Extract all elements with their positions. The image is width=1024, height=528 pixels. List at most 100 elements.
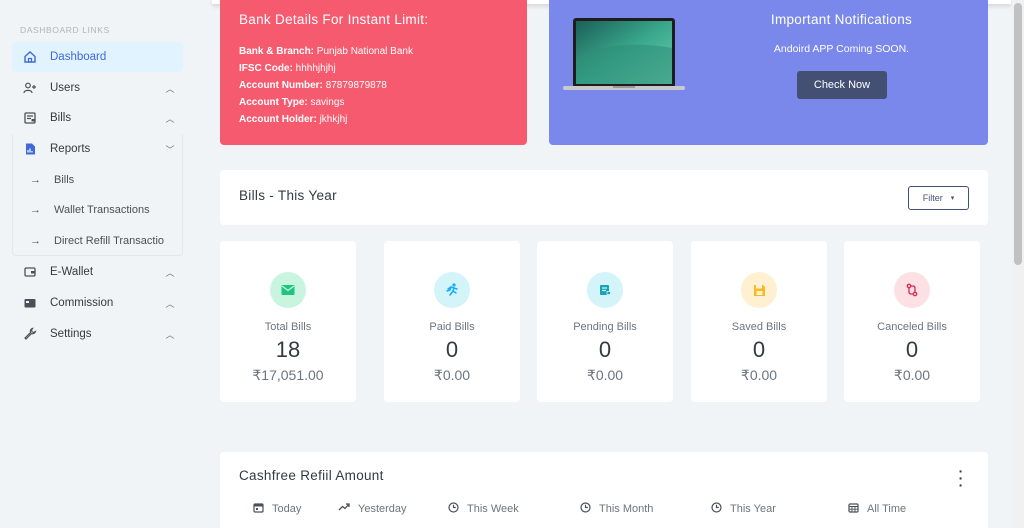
clock-icon [711, 502, 722, 516]
stat-label: Canceled Bills [877, 321, 947, 333]
stat-count: 0 [445, 337, 459, 362]
sidebar-item-label: Bills [50, 112, 72, 124]
chevron-down-icon: ﹀ [165, 144, 175, 155]
clock-icon [448, 502, 459, 516]
arrow-right-icon: → [30, 204, 41, 216]
sidebar-subitem-label: Direct Refill Transactio [54, 235, 165, 247]
sidebar-subitem-direct-refill[interactable]: → Direct Refill Transactio [12, 226, 183, 256]
stat-card-canceled-bills[interactable]: Canceled Bills 0 ₹0.00 [844, 241, 980, 402]
tab-this-year[interactable]: This Year [711, 502, 776, 516]
stat-card-saved-bills[interactable]: Saved Bills 0 ₹0.00 [691, 241, 827, 402]
envelope-icon [270, 272, 306, 308]
sidebar-item-reports[interactable]: Reports ﹀ [12, 134, 183, 164]
notifications-title: Important Notifications [770, 12, 913, 27]
notifications-message: Andoird APP Coming SOON. [773, 43, 910, 55]
filter-label: Filter [922, 193, 943, 203]
sidebar-item-label: E-Wallet [50, 266, 94, 278]
card-icon [22, 295, 38, 311]
tab-label: Today [272, 503, 302, 515]
stat-amount: ₹0.00 [433, 367, 471, 383]
sidebar-item-e-wallet[interactable]: E-Wallet ︿ [12, 257, 183, 287]
chevron-up-icon: ︿ [165, 83, 175, 94]
stat-amount: ₹17,051.00 [252, 367, 324, 383]
sidebar-item-label: Settings [50, 328, 92, 340]
sidebar-header: DASHBOARD LINKS [20, 25, 110, 35]
laptop-illustration [563, 18, 685, 90]
arrow-right-icon: → [30, 174, 41, 186]
bank-card-title: Bank Details For Instant Limit: [239, 12, 429, 27]
check-now-button[interactable]: Check Now [797, 71, 887, 99]
wrench-icon [22, 326, 38, 342]
sidebar-item-label: Commission [50, 297, 114, 309]
chevron-up-icon: ︿ [165, 113, 175, 124]
chevron-up-icon: ︿ [165, 267, 175, 278]
stat-card-paid-bills[interactable]: Paid Bills 0 ₹0.00 [384, 241, 520, 402]
home-icon [22, 49, 38, 65]
sidebar-subitem-bills[interactable]: → Bills [12, 165, 183, 195]
stat-card-total-bills[interactable]: Total Bills 18 ₹17,051.00 [220, 241, 356, 402]
tab-label: Yesterday [358, 502, 407, 515]
filter-button[interactable]: Filter ▾ [908, 186, 969, 210]
bank-details-card: Bank Details For Instant Limit: Bank & B… [220, 0, 527, 145]
cashfree-card: Cashfree Refiil Amount · · · Today Yesterd… [220, 452, 988, 528]
sidebar-subitem-wallet-transactions[interactable]: → Wallet Transactions [12, 195, 183, 225]
cashfree-title: Cashfree Refiil Amount [239, 468, 384, 483]
trend-icon [338, 502, 350, 515]
notifications-card: Important Notifications Andoird APP Comi… [549, 0, 988, 145]
stat-count: 0 [905, 337, 919, 362]
stat-label: Total Bills [264, 321, 312, 333]
tab-label: All Time [867, 503, 907, 515]
bank-details-list: Bank & Branch: Punjab National Bank IFSC… [239, 43, 413, 128]
stat-count: 0 [598, 337, 612, 362]
stat-label: Pending Bills [573, 321, 637, 333]
tab-today[interactable]: Today [253, 502, 301, 516]
stat-count: 0 [752, 337, 766, 362]
sidebar-item-settings[interactable]: Settings ︿ [12, 319, 183, 349]
tab-label: This Year [730, 503, 776, 515]
page-scrollbar[interactable] [1012, 0, 1024, 528]
bank-detail-row: Account Holder: jkhkjhj [239, 114, 348, 125]
tab-yesterday[interactable]: Yesterday [338, 502, 407, 515]
bank-detail-row: Bank & Branch: Punjab National Bank [239, 46, 413, 57]
tab-this-month[interactable]: This Month [580, 502, 653, 516]
stat-amount: ₹0.00 [586, 367, 624, 383]
arrow-right-icon: → [30, 235, 41, 247]
bank-detail-row: Account Type: savings [239, 97, 345, 108]
chevron-up-icon: ︿ [165, 298, 175, 309]
sidebar-subitem-label: Wallet Transactions [54, 204, 150, 216]
scrollbar-thumb[interactable] [1014, 3, 1022, 265]
bank-detail-row: Account Number: 87879879878 [239, 80, 387, 91]
running-icon [434, 272, 470, 308]
sidebar-item-users[interactable]: Users ︿ [12, 73, 183, 103]
sidebar-item-label: Reports [50, 143, 91, 155]
sidebar-item-dashboard[interactable]: Dashboard [12, 42, 183, 72]
tab-label: This Week [467, 503, 519, 515]
stat-amount: ₹0.00 [740, 367, 778, 383]
cancel-icon [894, 272, 930, 308]
stat-card-pending-bills[interactable]: Pending Bills 0 ₹0.00 [537, 241, 673, 402]
sidebar: DASHBOARD LINKS Dashboard Users ︿ Bills … [0, 0, 194, 528]
sidebar-item-bills[interactable]: Bills ︿ [12, 103, 183, 133]
receipt-icon [22, 110, 38, 126]
tab-label: This Month [599, 503, 654, 515]
calendar-icon [848, 502, 859, 516]
more-options-icon[interactable]: · · · [956, 464, 966, 492]
sidebar-item-label: Users [50, 82, 81, 94]
sidebar-item-label: Dashboard [50, 51, 107, 63]
chevron-up-icon: ︿ [165, 329, 175, 340]
calendar-icon [253, 502, 264, 516]
main-content: Bank Details For Instant Limit: Bank & B… [194, 0, 1012, 528]
sidebar-subitem-label: Bills [54, 174, 75, 186]
user-plus-icon [22, 80, 38, 96]
save-icon [741, 272, 777, 308]
chevron-down-icon: ▾ [950, 195, 955, 202]
wallet-icon [22, 264, 38, 280]
bank-detail-row: IFSC Code: hhhhjhjhj [239, 63, 336, 74]
stat-amount: ₹0.00 [893, 367, 931, 383]
tab-all-time[interactable]: All Time [848, 502, 906, 516]
bills-section-title: Bills - This Year [239, 188, 337, 203]
clock-icon [580, 502, 591, 516]
sidebar-item-commission[interactable]: Commission ︿ [12, 288, 183, 318]
stat-label: Paid Bills [429, 321, 475, 333]
tab-this-week[interactable]: This Week [448, 502, 519, 516]
